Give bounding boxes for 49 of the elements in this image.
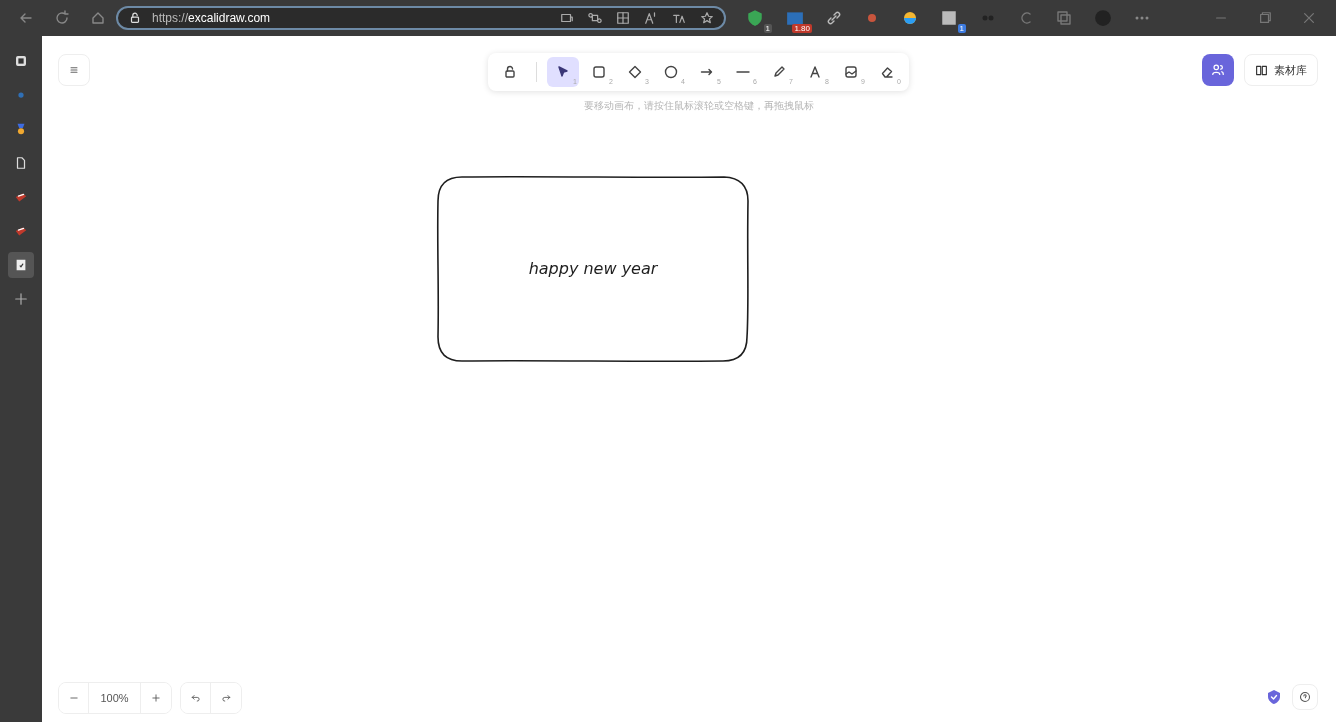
help-button[interactable] (1292, 684, 1318, 710)
diamond-icon (627, 64, 643, 80)
sidebar-tab[interactable] (8, 252, 34, 278)
circle-icon (663, 64, 679, 80)
command-icon (588, 11, 602, 25)
padlock-icon (502, 64, 518, 80)
color-ball-icon (902, 10, 918, 26)
shield-icon (1266, 689, 1282, 705)
shape-label: happy new year (528, 259, 658, 278)
letter-a-icon (807, 64, 823, 80)
redo-icon (221, 693, 231, 703)
extension-badge: 1 (957, 24, 966, 33)
line-icon (736, 70, 750, 74)
menu-icon (68, 64, 80, 76)
image-icon (843, 64, 859, 80)
restore-icon (1258, 11, 1272, 25)
eraser-icon (879, 64, 895, 80)
url-text: https://excalidraw.com (152, 11, 272, 25)
padlock-icon (128, 11, 142, 25)
reader-icon (560, 11, 574, 25)
plus-icon (14, 292, 28, 306)
close-icon (1302, 11, 1316, 25)
shield-extension-icon (746, 9, 764, 27)
profile-icon (1094, 9, 1112, 27)
square-icon (591, 64, 607, 80)
address-bar[interactable]: https://excalidraw.com (116, 6, 726, 30)
help-icon (1299, 691, 1311, 703)
page-icon (14, 156, 28, 170)
link-icon (826, 10, 842, 26)
library-button[interactable]: 素材库 (1244, 54, 1318, 86)
book-icon (1255, 63, 1268, 77)
refresh-icon (54, 10, 70, 26)
undo-button[interactable] (181, 683, 211, 713)
document-icon (14, 258, 28, 272)
plus-icon (151, 693, 161, 703)
extension-badge: 1 (763, 24, 772, 33)
collaborate-button[interactable] (1202, 54, 1234, 86)
star-icon (700, 11, 714, 25)
home-icon (90, 10, 106, 26)
read-aloud-icon (644, 11, 658, 25)
collections-icon (1056, 10, 1072, 26)
menu-button[interactable] (58, 54, 90, 86)
undo-icon (190, 693, 201, 703)
grid-icon (616, 11, 630, 25)
hint-text: 要移动画布，请按住鼠标滚轮或空格键，再拖拽鼠标 (583, 99, 814, 113)
panel-icon (14, 54, 28, 68)
pencil-icon (771, 64, 787, 80)
people-icon (1211, 63, 1225, 77)
extension-badge: 1.80 (792, 24, 812, 33)
